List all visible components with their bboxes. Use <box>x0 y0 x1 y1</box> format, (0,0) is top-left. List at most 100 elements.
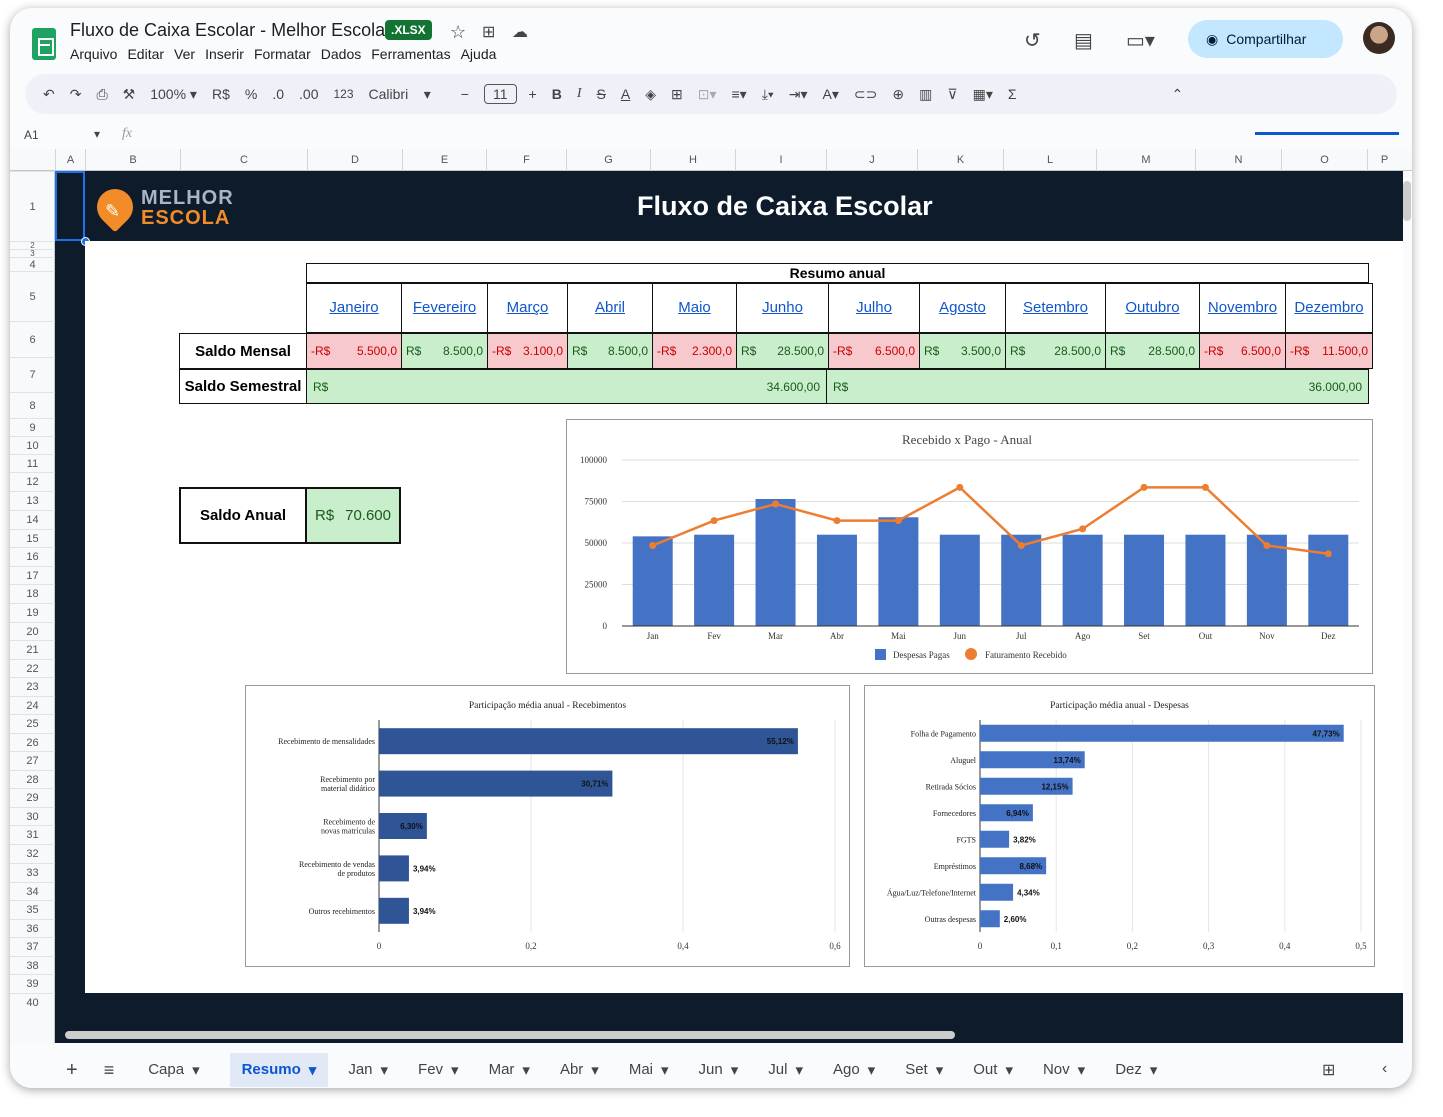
menu-item-inserir[interactable]: Inserir <box>205 46 244 62</box>
insert-link-icon[interactable]: ⊂⊃ <box>854 86 877 103</box>
saldo-mensal-maio[interactable]: -R$ 2.300,0 <box>652 333 737 369</box>
sheets-logo-icon[interactable] <box>32 28 56 60</box>
undo-icon[interactable]: ↶ <box>43 86 55 103</box>
row-header-3[interactable]: 3 <box>10 249 55 258</box>
chart-despesas[interactable]: Participação média anual - Despesas 0 0,1 0… <box>864 685 1375 967</box>
row-header-28[interactable]: 28 <box>10 770 55 788</box>
column-header-d[interactable]: D <box>307 149 402 171</box>
italic-icon[interactable]: I <box>577 86 582 102</box>
more-formats-button[interactable]: 123 <box>333 87 353 101</box>
row-header-36[interactable]: 36 <box>10 919 55 937</box>
month-header-março[interactable]: Março <box>487 283 568 333</box>
row-header-38[interactable]: 38 <box>10 956 55 974</box>
tab-jun[interactable]: Jun ▾ <box>699 1061 739 1079</box>
tab-ago[interactable]: Ago ▾ <box>833 1061 875 1079</box>
row-header-34[interactable]: 34 <box>10 882 55 900</box>
insert-comment-icon[interactable]: ⊕ <box>892 86 904 103</box>
saldo-anual-value-cell[interactable]: R$ 70.600 <box>305 487 401 544</box>
menu-item-ajuda[interactable]: Ajuda <box>461 46 497 62</box>
row-header-11[interactable]: 11 <box>10 454 55 472</box>
add-sheet-icon[interactable]: + <box>66 1059 78 1082</box>
row-header-32[interactable]: 32 <box>10 844 55 863</box>
menu-item-formatar[interactable]: Formatar <box>254 46 311 62</box>
column-header-k[interactable]: K <box>917 149 1003 171</box>
month-header-agosto[interactable]: Agosto <box>919 283 1006 333</box>
comments-icon[interactable]: ▤ <box>1074 28 1093 53</box>
column-header-b[interactable]: B <box>85 149 180 171</box>
row-header-35[interactable]: 35 <box>10 900 55 919</box>
filter-views-icon[interactable]: ▦▾ <box>973 86 993 103</box>
name-box[interactable]: A1 <box>24 128 39 142</box>
percent-format-button[interactable]: % <box>245 86 257 102</box>
decrease-decimal-button[interactable]: .0 <box>272 86 284 102</box>
horizontal-align-icon[interactable]: ≡▾ <box>731 86 746 103</box>
row-header-27[interactable]: 27 <box>10 751 55 770</box>
row-header-15[interactable]: 15 <box>10 529 55 547</box>
collapse-side-panel-icon[interactable]: ‹ <box>1382 1060 1387 1078</box>
row-header-31[interactable]: 31 <box>10 825 55 844</box>
row-header-5[interactable]: 5 <box>10 271 55 321</box>
tab-out[interactable]: Out ▾ <box>973 1061 1013 1079</box>
text-color-icon[interactable]: A <box>621 86 630 102</box>
row-header-25[interactable]: 25 <box>10 714 55 733</box>
saldo-mensal-novembro[interactable]: -R$ 6.500,0 <box>1199 333 1286 369</box>
print-icon[interactable]: ⎙ <box>96 86 107 103</box>
month-header-janeiro[interactable]: Janeiro <box>306 283 402 333</box>
fill-color-icon[interactable]: ◈ <box>645 86 656 103</box>
saldo-mensal-agosto[interactable]: R$ 3.500,0 <box>919 333 1006 369</box>
document-title[interactable]: Fluxo de Caixa Escolar - Melhor Escola <box>70 20 385 41</box>
menu-item-dados[interactable]: Dados <box>321 46 361 62</box>
row-header-9[interactable]: 9 <box>10 418 55 436</box>
row-header-18[interactable]: 18 <box>10 584 55 603</box>
currency-format-button[interactable]: R$ <box>212 86 230 102</box>
sheet-grid[interactable]: ✎ MELHOR ESCOLA Fluxo de Caixa Escolar R… <box>55 171 1411 1043</box>
paint-format-icon[interactable]: ⚒ <box>123 86 136 103</box>
saldo-mensal-junho[interactable]: R$ 28.500,0 <box>736 333 829 369</box>
explore-icon[interactable]: ⊞ <box>1322 1060 1335 1080</box>
column-header-m[interactable]: M <box>1096 149 1195 171</box>
row-header-23[interactable]: 23 <box>10 677 55 696</box>
row-header-7[interactable]: 7 <box>10 357 55 392</box>
column-header-a[interactable]: A <box>55 149 85 171</box>
saldo-mensal-dezembro[interactable]: -R$ 11.500,0 <box>1285 333 1373 369</box>
filter-icon[interactable]: ⊽ <box>947 86 957 103</box>
saldo-mensal-fevereiro[interactable]: R$ 8.500,0 <box>401 333 488 369</box>
tab-fev[interactable]: Fev ▾ <box>418 1061 459 1079</box>
row-header-4[interactable]: 4 <box>10 257 55 271</box>
saldo-mensal-outubro[interactable]: R$ 28.500,0 <box>1105 333 1200 369</box>
column-header-f[interactable]: F <box>486 149 566 171</box>
column-header-h[interactable]: H <box>650 149 735 171</box>
column-header-l[interactable]: L <box>1003 149 1096 171</box>
column-header-g[interactable]: G <box>566 149 650 171</box>
version-history-icon[interactable]: ↺ <box>1024 28 1041 53</box>
tab-dez[interactable]: Dez ▾ <box>1115 1061 1157 1079</box>
row-header-19[interactable]: 19 <box>10 603 55 622</box>
saldo-semestral-1[interactable]: R$ 34.600,00 <box>306 369 827 404</box>
month-header-setembro[interactable]: Setembro <box>1005 283 1106 333</box>
meet-icon[interactable]: ▭▾ <box>1126 28 1155 53</box>
month-header-novembro[interactable]: Novembro <box>1199 283 1286 333</box>
saldo-mensal-abril[interactable]: R$ 8.500,0 <box>567 333 653 369</box>
star-icon[interactable]: ☆ <box>450 22 466 43</box>
row-header-20[interactable]: 20 <box>10 622 55 640</box>
column-header-o[interactable]: O <box>1281 149 1367 171</box>
font-select[interactable]: Calibri ▾ <box>369 86 431 103</box>
share-button[interactable]: ◉ Compartilhar <box>1188 20 1343 58</box>
saldo-mensal-março[interactable]: -R$ 3.100,0 <box>487 333 568 369</box>
month-header-fevereiro[interactable]: Fevereiro <box>401 283 488 333</box>
column-header-p[interactable]: P <box>1367 149 1401 171</box>
row-header-24[interactable]: 24 <box>10 696 55 714</box>
name-box-dropdown-icon[interactable]: ▾ <box>94 127 100 141</box>
tab-resumo[interactable]: Resumo ▾ <box>229 1053 329 1087</box>
vertical-scrollbar[interactable] <box>1403 181 1411 221</box>
month-header-dezembro[interactable]: Dezembro <box>1285 283 1373 333</box>
row-header-40[interactable]: 40 <box>10 993 55 1012</box>
menu-item-arquivo[interactable]: Arquivo <box>70 46 117 62</box>
menu-item-editar[interactable]: Editar <box>127 46 164 62</box>
tab-mar[interactable]: Mar ▾ <box>489 1061 530 1079</box>
font-size-decrease-icon[interactable]: − <box>461 86 469 102</box>
merge-cells-icon[interactable]: ⊡▾ <box>698 86 717 103</box>
row-header-10[interactable]: 10 <box>10 436 55 454</box>
cloud-status-icon[interactable]: ☁ <box>512 22 528 42</box>
borders-icon[interactable]: ⊞ <box>671 86 683 103</box>
